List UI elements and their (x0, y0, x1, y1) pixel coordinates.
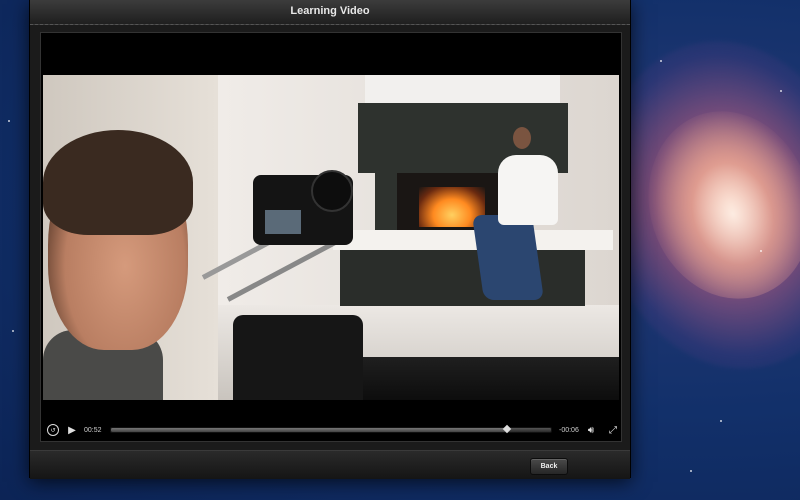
elapsed-time: 00:52 (84, 426, 102, 434)
scene-ledge (363, 357, 619, 400)
star (780, 90, 782, 92)
star (12, 330, 14, 332)
star (760, 250, 762, 252)
scene-woman-head (513, 127, 531, 149)
video-frame[interactable] (43, 75, 619, 400)
scene-woman-body (498, 155, 558, 225)
window-title: Learning Video (290, 5, 370, 17)
app-window: Learning Video ↺ ▶ 00:52 -00:06 🔊︎ ⤢ Bac… (29, 0, 631, 479)
scene-hood-top (365, 75, 560, 105)
scene-tripod (233, 315, 363, 400)
progress-fill (111, 428, 507, 432)
play-icon[interactable]: ▶ (67, 425, 77, 436)
scene-bench-base (340, 250, 585, 306)
player-controls: ↺ ▶ 00:52 -00:06 🔊︎ ⤢ (43, 422, 619, 438)
star (8, 120, 10, 122)
scene-camera-lens (311, 170, 353, 212)
video-player: ↺ ▶ 00:52 -00:06 🔊︎ ⤢ (40, 32, 622, 442)
bottom-bar: Back (30, 450, 630, 479)
star (720, 420, 722, 422)
scene-man-hair (43, 130, 193, 235)
star (690, 470, 692, 472)
volume-icon[interactable]: 🔊︎ (585, 425, 597, 436)
remaining-time: -00:06 (559, 426, 579, 434)
fullscreen-icon[interactable]: ⤢ (607, 425, 619, 436)
back-button[interactable]: Back (530, 458, 568, 475)
replay-icon[interactable]: ↺ (47, 424, 59, 436)
title-bar[interactable]: Learning Video (30, 0, 630, 25)
scene-bench (333, 230, 613, 250)
star (660, 60, 662, 62)
scene-camera-screen (265, 210, 301, 234)
scene-column (375, 173, 397, 233)
scene-woman-legs (472, 215, 544, 300)
progress-slider[interactable] (110, 424, 552, 434)
